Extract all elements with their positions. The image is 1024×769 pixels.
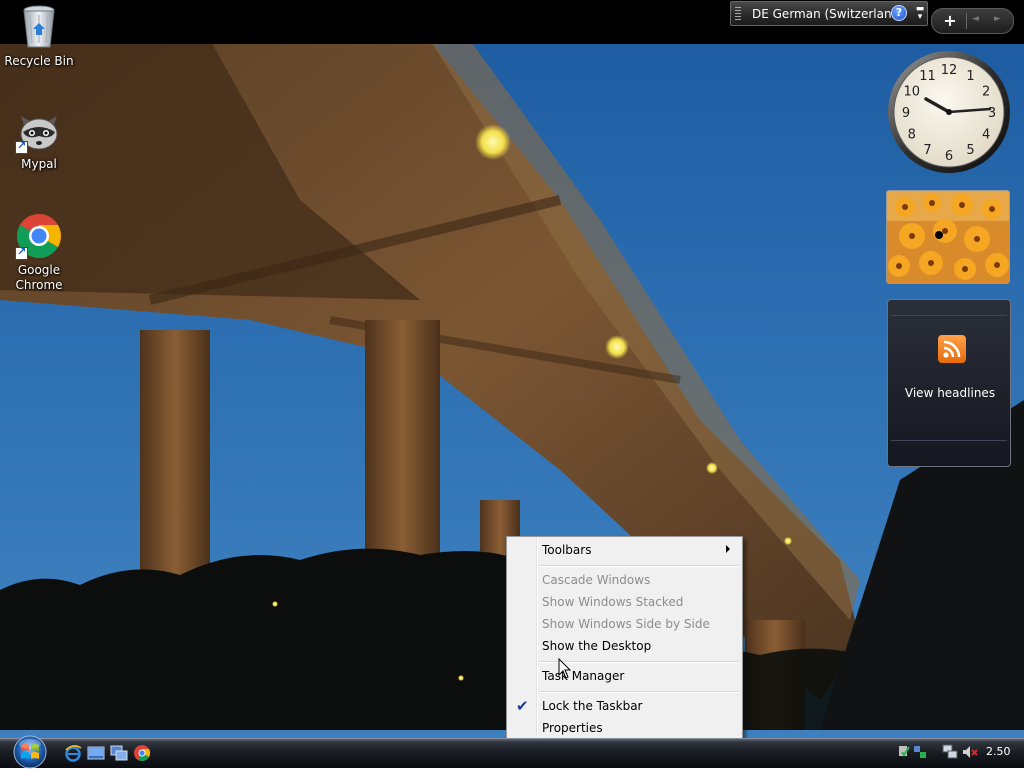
menu-item-label: Show Windows Stacked bbox=[542, 595, 684, 609]
clock-number: 9 bbox=[902, 106, 910, 121]
language-bar[interactable]: DE German (Switzerland) ? ▬ ▾ bbox=[730, 1, 928, 26]
clock-number: 4 bbox=[982, 128, 990, 143]
mouse-cursor-icon bbox=[558, 658, 572, 679]
clock-number: 2 bbox=[982, 85, 990, 100]
desktop-icon-label: Google Chrome bbox=[1, 263, 77, 293]
feed-headlines-gadget[interactable]: View headlines bbox=[887, 299, 1011, 467]
menu-item-label: Properties bbox=[542, 721, 603, 735]
chrome-icon[interactable] bbox=[133, 744, 151, 762]
menu-item-show-the-desktop[interactable]: Show the Desktop bbox=[509, 636, 740, 658]
clock-number: 7 bbox=[923, 143, 931, 158]
menu-item-label: Toolbars bbox=[542, 543, 592, 557]
menu-item-label: Show Windows Side by Side bbox=[542, 617, 710, 631]
taskbar[interactable] bbox=[0, 738, 1024, 768]
help-icon[interactable]: ? bbox=[891, 5, 907, 21]
next-page-icon[interactable]: ► bbox=[994, 14, 1001, 24]
show-desktop-icon[interactable] bbox=[87, 744, 105, 762]
raccoon-icon bbox=[15, 106, 63, 154]
menu-item-show-windows-stacked[interactable]: Show Windows Stacked bbox=[509, 592, 740, 614]
shortcut-arrow-icon bbox=[15, 139, 28, 154]
menu-item-cascade-windows[interactable]: Cascade Windows bbox=[509, 570, 740, 592]
checkmark-icon: ✔ bbox=[516, 697, 529, 715]
desktop-icon-recycle-bin[interactable]: Recycle Bin bbox=[1, 3, 77, 69]
menu-separator bbox=[539, 691, 739, 693]
view-headlines-link[interactable]: View headlines bbox=[888, 386, 1012, 400]
menu-item-show-windows-side-by-side[interactable]: Show Windows Side by Side bbox=[509, 614, 740, 636]
menu-item-label: Cascade Windows bbox=[542, 573, 651, 587]
label-line-2: Chrome bbox=[15, 278, 63, 292]
previous-page-icon[interactable]: ◄ bbox=[972, 14, 979, 24]
rss-icon bbox=[938, 335, 966, 363]
grip-handle-icon[interactable] bbox=[735, 7, 741, 21]
clock-number: 12 bbox=[941, 63, 958, 78]
recycle-bin-icon bbox=[15, 3, 63, 51]
label-line-1: Google bbox=[17, 263, 61, 277]
menu-item-lock-the-taskbar[interactable]: ✔ Lock the Taskbar bbox=[509, 696, 740, 718]
desktop-icon-label: Recycle Bin bbox=[4, 54, 74, 68]
windows-defender-icon[interactable] bbox=[898, 744, 928, 760]
clock-number: 8 bbox=[908, 128, 916, 143]
slideshow-gadget[interactable] bbox=[886, 190, 1010, 284]
start-button[interactable] bbox=[8, 733, 52, 769]
menu-separator bbox=[539, 565, 739, 567]
menu-item-toolbars[interactable]: Toolbars bbox=[509, 540, 740, 562]
add-gadget-icon[interactable]: + bbox=[940, 11, 960, 31]
language-label[interactable]: DE German (Switzerland) bbox=[752, 7, 904, 21]
menu-item-label: Show the Desktop bbox=[542, 639, 652, 653]
sidebar-separator bbox=[966, 13, 967, 29]
taskbar-clock[interactable]: 2.50 bbox=[986, 745, 1011, 758]
feed-panel bbox=[891, 315, 1007, 441]
switch-windows-icon[interactable] bbox=[110, 744, 128, 762]
submenu-arrow-icon bbox=[726, 545, 730, 553]
desktop-icon-mypal[interactable]: Mypal bbox=[1, 106, 77, 172]
clock-gadget[interactable]: 12 1234567891011 bbox=[886, 49, 1012, 175]
sidebar-controls: + ◄ ► bbox=[931, 8, 1014, 34]
menu-item-properties[interactable]: Properties bbox=[509, 718, 740, 740]
clock-number: 11 bbox=[919, 69, 936, 84]
internet-explorer-icon[interactable] bbox=[64, 744, 82, 762]
menu-item-label: Lock the Taskbar bbox=[542, 699, 643, 713]
menu-item-label: Task Manager bbox=[542, 669, 625, 683]
network-icon[interactable] bbox=[942, 744, 958, 760]
chrome-icon bbox=[15, 212, 63, 260]
desktop-icon-google-chrome[interactable]: Google Chrome bbox=[1, 212, 77, 293]
taskbar-context-menu: Toolbars Cascade Windows Show Windows St… bbox=[506, 536, 743, 742]
menu-item-task-manager[interactable]: Task Manager bbox=[509, 666, 740, 688]
clock-number: 10 bbox=[904, 85, 921, 100]
desktop-icon-label: Mypal bbox=[21, 157, 57, 171]
volume-muted-icon[interactable] bbox=[962, 744, 978, 760]
flower-photo bbox=[887, 191, 1009, 283]
shortcut-arrow-icon bbox=[15, 245, 28, 260]
language-options-icon[interactable]: ▬ ▾ bbox=[915, 5, 925, 23]
clock-number: 5 bbox=[966, 143, 974, 158]
clock-number: 6 bbox=[945, 149, 953, 164]
clock-number: 1 bbox=[966, 69, 974, 84]
